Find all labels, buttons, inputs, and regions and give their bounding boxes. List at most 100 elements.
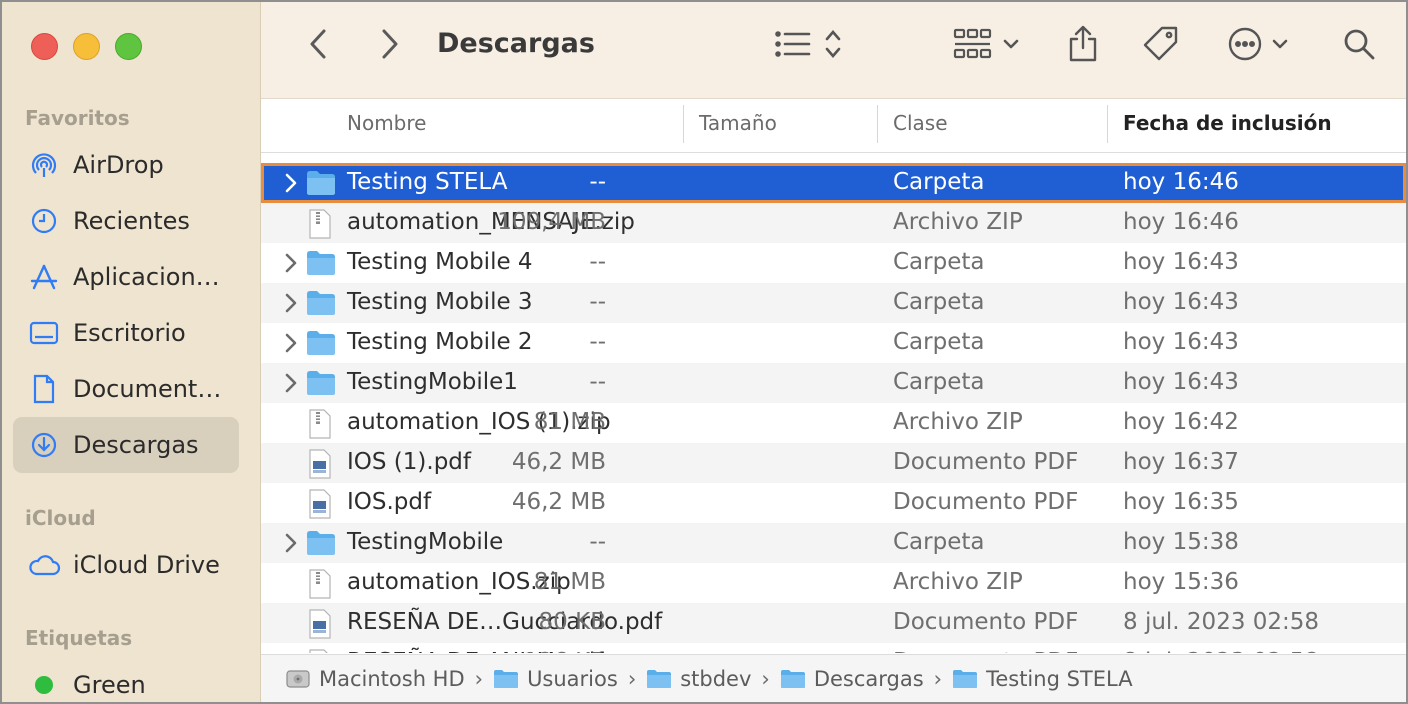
file-row[interactable]: Testing Mobile 4 -- Carpeta hoy 16:43 [261, 243, 1406, 283]
file-row[interactable]: Testing Mobile 3 -- Carpeta hoy 16:43 [261, 283, 1406, 323]
file-row[interactable]: RESEÑA DE ANINA.pdf126 KBDocumento PDF8 … [261, 643, 1406, 653]
path-crumb[interactable]: stbdev › [646, 667, 780, 691]
path-crumb[interactable]: Descargas › [780, 667, 952, 691]
sidebar-item-escritorio[interactable]: Escritorio [13, 305, 239, 361]
chevron-right-icon [380, 28, 400, 64]
path-crumb[interactable]: Macintosh HD › [285, 667, 493, 691]
disclosure-chevron-icon[interactable] [281, 331, 301, 355]
path-crumb[interactable]: Testing STELA [952, 667, 1133, 691]
chevron-left-icon [308, 28, 328, 64]
folder-icon [305, 329, 337, 357]
file-kind: Carpeta [893, 369, 985, 395]
file-row[interactable]: automation_MENSAJE.zip 109,4 MB Archivo ZI… [261, 203, 1406, 243]
file-name: IOS (1).pdf [347, 449, 471, 475]
file-date-added: hoy 16:46 [1123, 169, 1239, 195]
column-divider[interactable] [683, 105, 684, 143]
file-row[interactable]: IOS.pdf 46,2 MB Documento PDF hoy 16:35 [261, 483, 1406, 523]
file-kind: Carpeta [893, 289, 985, 315]
path-crumb[interactable]: Usuarios › [493, 667, 646, 691]
disclosure-chevron-icon[interactable] [281, 531, 301, 555]
disclosure-chevron-icon[interactable] [281, 251, 301, 275]
applications-icon [27, 260, 61, 294]
share-icon [1067, 25, 1099, 67]
file-kind: Archivo ZIP [893, 569, 1023, 595]
sidebar-tag-green[interactable]: Green [13, 657, 239, 702]
zoom-window-button[interactable] [115, 33, 142, 60]
folder-icon [952, 668, 978, 690]
pdf-file-icon [305, 609, 337, 639]
close-window-button[interactable] [31, 33, 58, 60]
sidebar-item-label: Aplicacion… [73, 263, 220, 291]
minimize-window-button[interactable] [73, 33, 100, 60]
file-date-added: 8 jul. 2023 02:58 [1123, 649, 1319, 653]
column-date-added[interactable]: Fecha de inclusión [1123, 111, 1332, 135]
folder-icon [780, 668, 806, 690]
favorites-section-title: Favoritos [25, 106, 130, 130]
file-name: Testing Mobile 3 [347, 289, 533, 315]
sidebar-item-label: iCloud Drive [73, 551, 220, 579]
column-divider[interactable] [877, 105, 878, 143]
sidebar-item-label: Document… [73, 375, 222, 403]
clock-icon [27, 204, 61, 238]
sidebar-item-documentos[interactable]: Document… [13, 361, 239, 417]
disclosure-chevron-icon[interactable] [281, 371, 301, 395]
sidebar-item-label: AirDrop [73, 151, 164, 179]
file-kind: Documento PDF [893, 489, 1079, 515]
file-size: 126 KB [524, 649, 606, 653]
folder-icon [305, 169, 337, 197]
airdrop-icon [27, 148, 61, 182]
file-row[interactable]: Testing STELA -- Carpeta hoy 16:46 [261, 163, 1406, 203]
column-kind[interactable]: Clase [893, 111, 948, 135]
file-row[interactable]: TestingMobile -- Carpeta hoy 15:38 [261, 523, 1406, 563]
column-size[interactable]: Tamaño [699, 111, 777, 135]
window-title: Descargas [437, 28, 595, 59]
file-size: -- [589, 249, 606, 275]
zip-file-icon [305, 209, 337, 239]
sidebar-item-label: Green [73, 671, 146, 699]
chevron-right-icon: › [761, 667, 770, 691]
group-button[interactable] [953, 24, 1025, 68]
icloud-section-title: iCloud [25, 506, 96, 530]
sidebar-item-label: Recientes [73, 207, 190, 235]
ellipsis-circle-icon [1227, 26, 1291, 66]
path-crumb-label: Descargas [813, 667, 924, 691]
sidebar-item-icloud-drive[interactable]: iCloud Drive [13, 537, 239, 593]
file-size: 80 KB [538, 609, 606, 635]
window-controls [31, 33, 142, 60]
file-row[interactable]: automation_IOS (1).zip 81 MB Archivo ZIP ho… [261, 403, 1406, 443]
file-name: TestingMobile1 [347, 369, 518, 395]
disclosure-chevron-icon[interactable] [281, 171, 301, 195]
sidebar-item-airdrop[interactable]: AirDrop [13, 137, 239, 193]
sidebar-item-recientes[interactable]: Recientes [13, 193, 239, 249]
file-size: 46,2 MB [511, 449, 606, 475]
sidebar-item-label: Descargas [73, 431, 199, 459]
view-list-button[interactable] [773, 24, 849, 68]
pdf-file-icon [305, 649, 337, 653]
sidebar-item-descargas[interactable]: Descargas [13, 417, 239, 473]
sidebar-item-label: Escritorio [73, 319, 186, 347]
back-button[interactable] [301, 24, 335, 68]
file-row[interactable]: RESEÑA DE…Gucciardo.pdf 80 KB Documento PD… [261, 603, 1406, 643]
file-row[interactable]: TestingMobile1 -- Carpeta hoy 16:43 [261, 363, 1406, 403]
file-row[interactable]: automation_IOS.zip 81 MB Archivo ZIP hoy 15… [261, 563, 1406, 603]
path-crumb-label: Testing STELA [986, 667, 1133, 691]
file-size: -- [589, 369, 606, 395]
tags-button[interactable] [1141, 24, 1181, 68]
more-actions-button[interactable] [1227, 24, 1291, 68]
path-bar: Macintosh HD › Usuarios › stbdev › Descargas › T… [261, 654, 1406, 702]
column-name[interactable]: Nombre [347, 111, 426, 135]
file-kind: Carpeta [893, 329, 985, 355]
chevron-right-icon: › [933, 667, 943, 691]
share-button[interactable] [1065, 24, 1101, 68]
disclosure-chevron-icon[interactable] [281, 291, 301, 315]
cloud-icon [27, 548, 61, 582]
toolbar: Descargas [261, 2, 1406, 99]
forward-button[interactable] [373, 24, 407, 68]
file-row[interactable]: IOS (1).pdf 46,2 MB Documento PDF hoy 16:37 [261, 443, 1406, 483]
column-divider[interactable] [1107, 105, 1108, 143]
file-row[interactable]: Testing Mobile 2 -- Carpeta hoy 16:43 [261, 323, 1406, 363]
sidebar-item-aplicaciones[interactable]: Aplicacion… [13, 249, 239, 305]
file-name: Testing Mobile 4 [347, 249, 533, 275]
file-size: -- [589, 169, 606, 195]
search-button[interactable] [1341, 24, 1377, 68]
